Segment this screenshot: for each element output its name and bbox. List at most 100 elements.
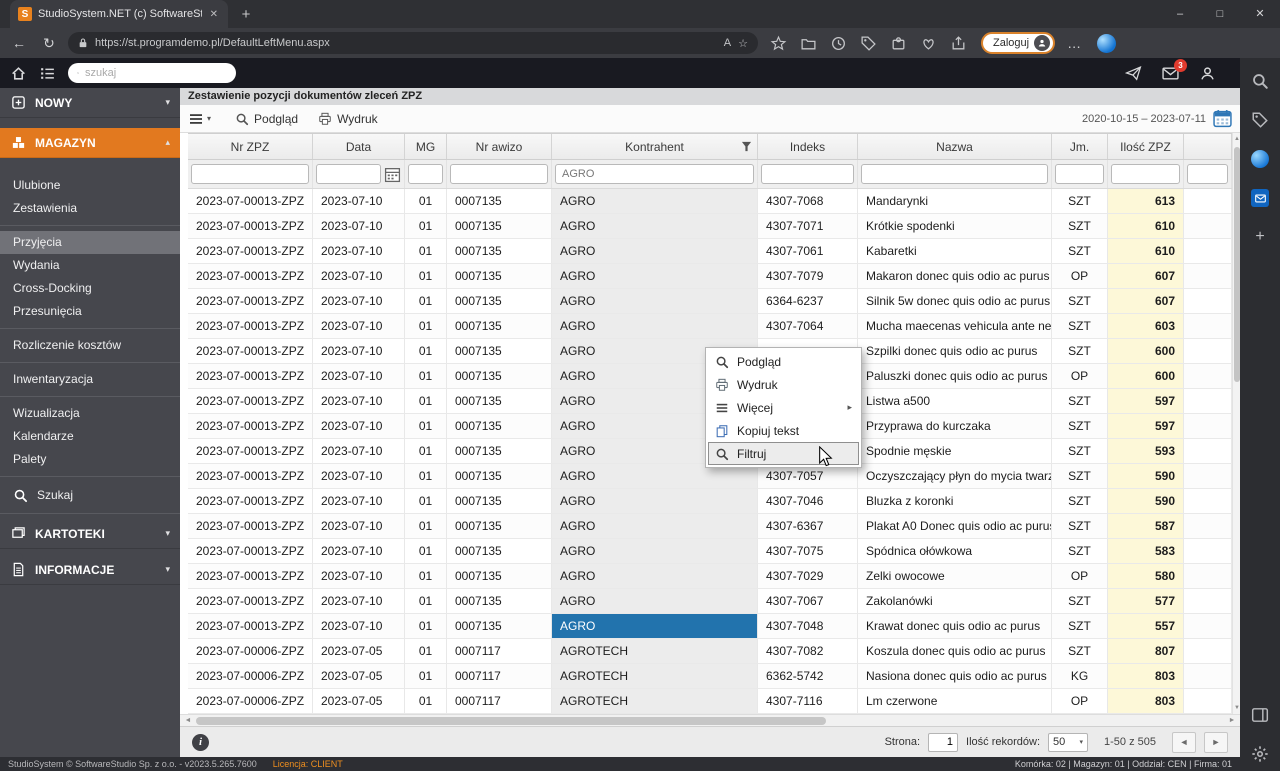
cell-data[interactable]: 2023-07-10 (313, 514, 405, 538)
cell-jm[interactable]: SZT (1052, 614, 1108, 638)
read-aloud-icon[interactable]: A (724, 37, 731, 49)
cell-kontrahent[interactable]: AGROTECH (552, 639, 758, 663)
cell-data[interactable]: 2023-07-10 (313, 289, 405, 313)
cell-data[interactable]: 2023-07-05 (313, 639, 405, 663)
cell-ilość-zpz[interactable]: 600 (1108, 339, 1184, 363)
prev-page-button[interactable]: ◄ (1172, 731, 1196, 753)
column-header-data[interactable]: Data (313, 134, 405, 159)
cell-nazwa[interactable]: Silnik 5w donec quis odio ac purus (858, 289, 1052, 313)
sidebar-item-ulubione[interactable]: Ulubione (0, 174, 180, 197)
column-header-ilość-zpz[interactable]: Ilość ZPZ (1108, 134, 1184, 159)
mail-icon[interactable]: 3 (1162, 58, 1187, 82)
cell-data[interactable]: 2023-07-10 (313, 364, 405, 388)
filter-input-ilość-zpz[interactable] (1111, 164, 1180, 184)
cell-nazwa[interactable]: Zelki owocowe (858, 564, 1052, 588)
horizontal-scroll-thumb[interactable] (196, 717, 826, 725)
table-row[interactable]: 2023-07-00013-ZPZ 2023-07-10 01 0007135 AGRO… (188, 614, 1232, 639)
cell-col[interactable] (1184, 239, 1232, 263)
table-row[interactable]: 2023-07-00013-ZPZ 2023-07-10 01 0007135 AGRO… (188, 539, 1232, 564)
cell-nr-awizo[interactable]: 0007135 (447, 564, 552, 588)
cell-nr-zpz[interactable]: 2023-07-00013-ZPZ (188, 564, 313, 588)
cell-kontrahent[interactable]: AGRO (552, 539, 758, 563)
cell-indeks[interactable]: 4307-7082 (758, 639, 858, 663)
cell-jm[interactable]: SZT (1052, 514, 1108, 538)
cell-indeks[interactable]: 4307-7071 (758, 214, 858, 238)
outlook-icon[interactable] (1251, 189, 1269, 207)
sidebar-item-wizualizacja[interactable]: Wizualizacja (0, 402, 180, 425)
cell-jm[interactable]: SZT (1052, 489, 1108, 513)
cell-col[interactable] (1184, 289, 1232, 313)
cell-nr-zpz[interactable]: 2023-07-00006-ZPZ (188, 664, 313, 688)
sidebar-item-magazyn[interactable]: MAGAZYN ▴ (0, 128, 180, 158)
sidebar-item-szukaj[interactable]: Szukaj (0, 482, 180, 508)
browser-tab[interactable]: S StudioSystem.NET (c) SoftwareSt... ✕ (10, 0, 228, 28)
cell-mg[interactable]: 01 (405, 364, 447, 388)
table-row[interactable]: 2023-07-00013-ZPZ 2023-07-10 01 0007135 AGRO… (188, 514, 1232, 539)
column-header-indeks[interactable]: Indeks (758, 134, 858, 159)
cell-nr-zpz[interactable]: 2023-07-00013-ZPZ (188, 414, 313, 438)
filter-funnel-icon[interactable] (741, 141, 752, 152)
cell-indeks[interactable]: 6362-5742 (758, 664, 858, 688)
cell-nr-awizo[interactable]: 0007117 (447, 689, 552, 713)
context-menu-item-więcej[interactable]: Więcej ▸ (708, 396, 859, 419)
settings-gear-icon[interactable] (1251, 745, 1269, 763)
maximize-button[interactable]: □ (1200, 0, 1240, 28)
cell-nazwa[interactable]: Zakolanówki (858, 589, 1052, 613)
table-row[interactable]: 2023-07-00013-ZPZ 2023-07-10 01 0007135 AGRO… (188, 589, 1232, 614)
cell-ilość-zpz[interactable]: 587 (1108, 514, 1184, 538)
cell-col[interactable] (1184, 664, 1232, 688)
cell-ilość-zpz[interactable]: 610 (1108, 239, 1184, 263)
login-button[interactable]: Zaloguj (981, 32, 1056, 54)
sidebar-panel-icon[interactable] (1251, 706, 1269, 724)
cell-jm[interactable]: SZT (1052, 189, 1108, 213)
cell-ilość-zpz[interactable]: 613 (1108, 189, 1184, 213)
cell-nr-awizo[interactable]: 0007135 (447, 439, 552, 463)
cell-nr-awizo[interactable]: 0007135 (447, 239, 552, 263)
cell-kontrahent[interactable]: AGRO (552, 314, 758, 338)
shopping-tag-icon[interactable] (1251, 111, 1269, 129)
cell-ilość-zpz[interactable]: 607 (1108, 264, 1184, 288)
print-button[interactable]: Wydruk (308, 105, 388, 132)
cell-nr-zpz[interactable]: 2023-07-00006-ZPZ (188, 639, 313, 663)
cell-mg[interactable]: 01 (405, 589, 447, 613)
cell-nazwa[interactable]: Spodnie męskie (858, 439, 1052, 463)
cell-mg[interactable]: 01 (405, 264, 447, 288)
collections-icon[interactable] (800, 35, 817, 52)
cell-kontrahent[interactable]: AGRO (552, 289, 758, 313)
cell-ilość-zpz[interactable]: 607 (1108, 289, 1184, 313)
cell-data[interactable]: 2023-07-10 (313, 214, 405, 238)
cell-ilość-zpz[interactable]: 610 (1108, 214, 1184, 238)
cell-nr-zpz[interactable]: 2023-07-00013-ZPZ (188, 264, 313, 288)
cell-kontrahent[interactable]: AGRO (552, 514, 758, 538)
column-header-nr-zpz[interactable]: Nr ZPZ (188, 134, 313, 159)
cell-jm[interactable]: SZT (1052, 464, 1108, 488)
toolbar-menu-button[interactable]: ▾ (188, 111, 211, 127)
cell-indeks[interactable]: 6364-6237 (758, 289, 858, 313)
cell-nr-awizo[interactable]: 0007135 (447, 364, 552, 388)
browser-essentials-icon[interactable] (920, 35, 937, 52)
sidebar-item-rozliczenie-kosztów[interactable]: Rozliczenie kosztów (0, 334, 180, 357)
sidebar-item-cross-docking[interactable]: Cross-Docking (0, 277, 180, 300)
preview-button[interactable]: Podgląd (225, 105, 308, 132)
cell-data[interactable]: 2023-07-10 (313, 189, 405, 213)
scroll-right-icon[interactable]: ► (1226, 715, 1238, 727)
cell-data[interactable]: 2023-07-10 (313, 239, 405, 263)
cell-ilość-zpz[interactable]: 803 (1108, 664, 1184, 688)
tab-close-icon[interactable]: ✕ (208, 9, 220, 20)
cell-col[interactable] (1184, 564, 1232, 588)
cell-data[interactable]: 2023-07-10 (313, 339, 405, 363)
cell-jm[interactable]: OP (1052, 564, 1108, 588)
cell-mg[interactable]: 01 (405, 189, 447, 213)
sidebar-item-palety[interactable]: Palety (0, 448, 180, 471)
table-row[interactable]: 2023-07-00013-ZPZ 2023-07-10 01 0007135 AGRO… (188, 189, 1232, 214)
cell-nr-zpz[interactable]: 2023-07-00013-ZPZ (188, 314, 313, 338)
cell-nazwa[interactable]: Spódnica ołówkowa (858, 539, 1052, 563)
menu-list-icon[interactable] (39, 65, 56, 82)
sidebar-item-kalendarze[interactable]: Kalendarze (0, 425, 180, 448)
cell-nr-awizo[interactable]: 0007135 (447, 514, 552, 538)
scroll-down-icon[interactable]: ▼ (1233, 702, 1240, 714)
filter-input-data[interactable] (316, 164, 381, 184)
cell-kontrahent[interactable]: AGRO (552, 489, 758, 513)
cell-col[interactable] (1184, 264, 1232, 288)
sidebar-item-nowy[interactable]: NOWY ▾ (0, 88, 180, 118)
